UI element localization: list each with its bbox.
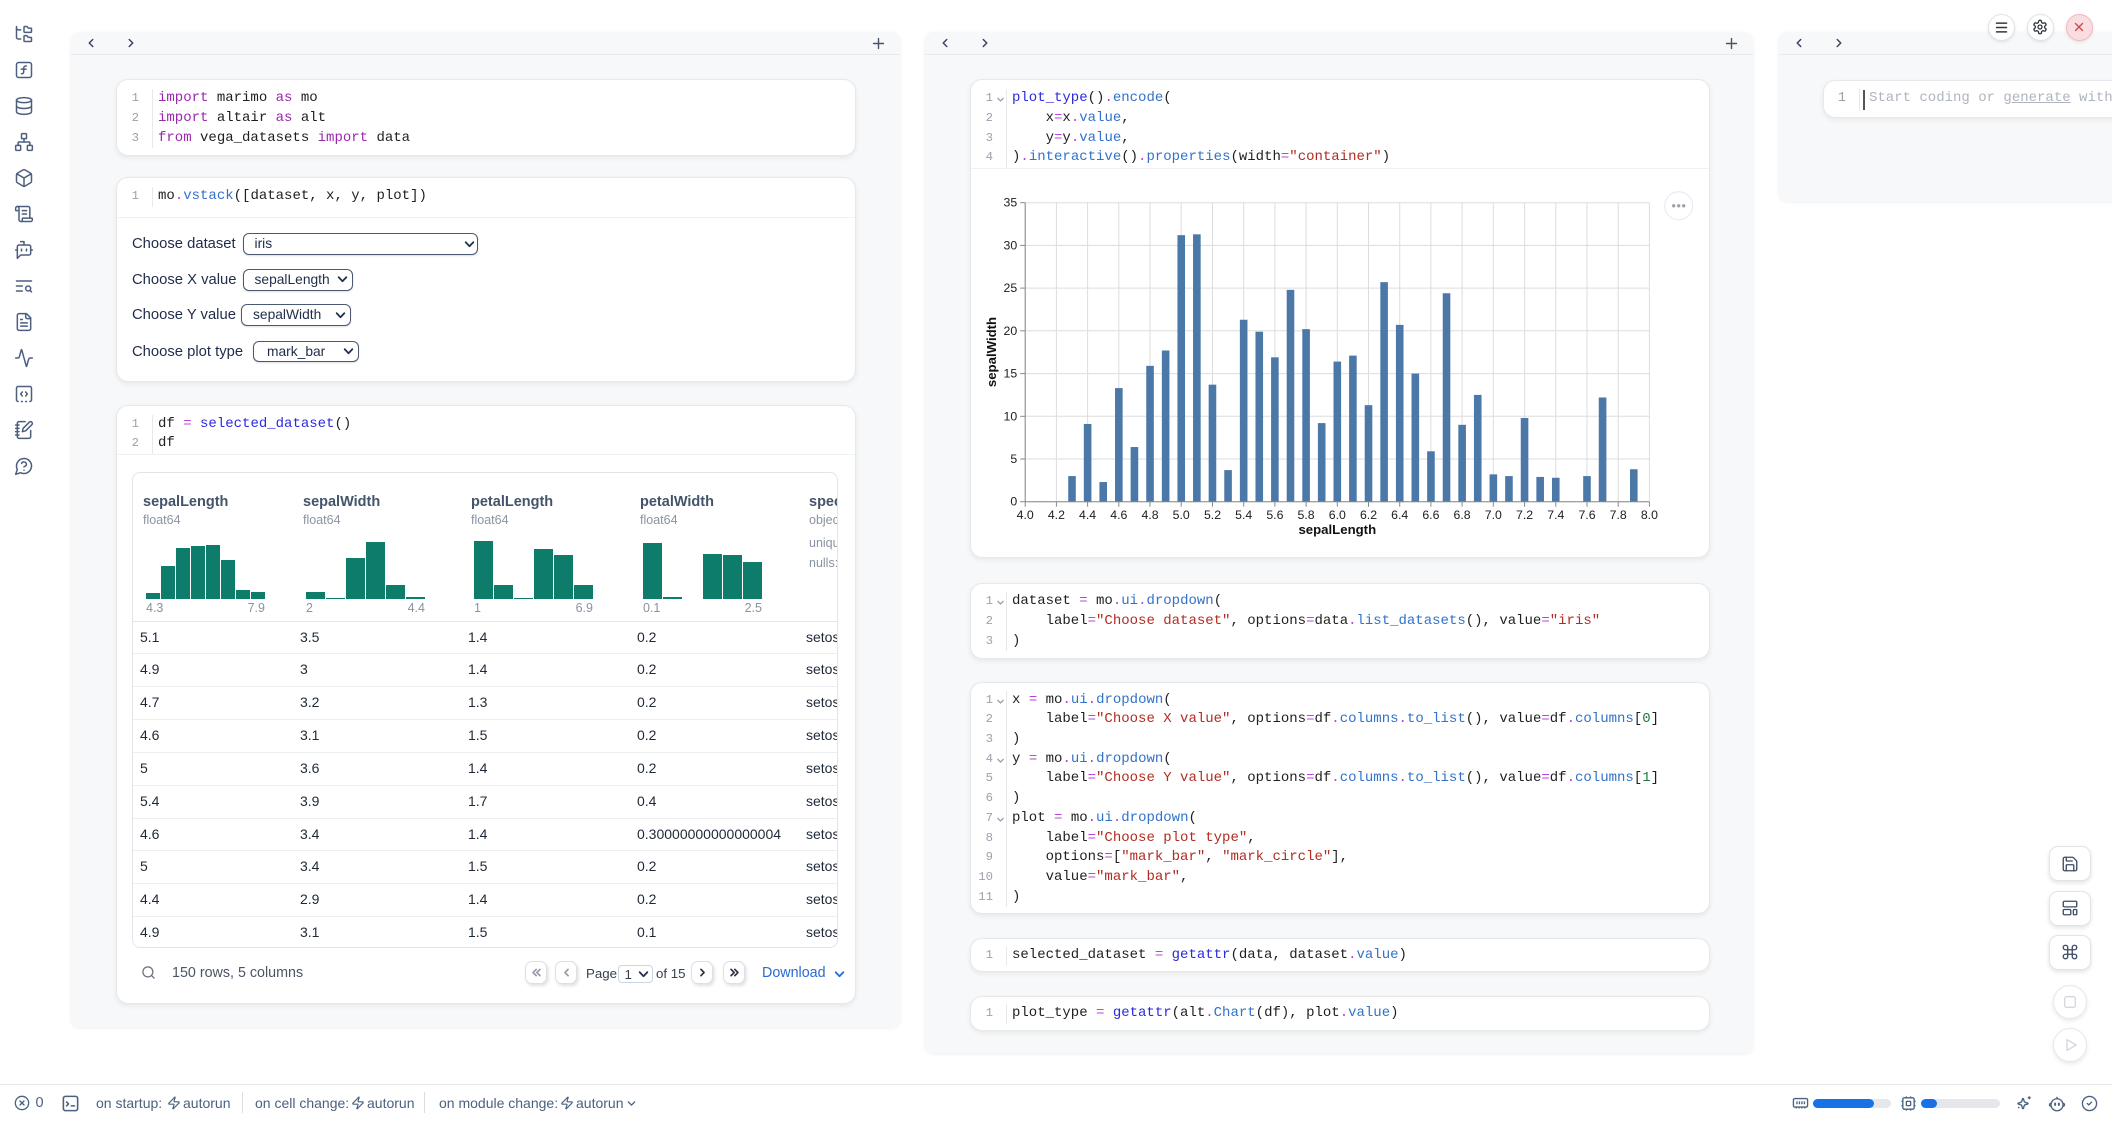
svg-text:30: 30 — [1004, 238, 1018, 252]
svg-text:5.2: 5.2 — [1204, 508, 1221, 522]
svg-text:5.8: 5.8 — [1298, 508, 1315, 522]
svg-text:7.6: 7.6 — [1578, 508, 1595, 522]
svg-text:7.8: 7.8 — [1610, 508, 1627, 522]
svg-text:5: 5 — [1010, 452, 1017, 466]
svg-text:5.0: 5.0 — [1173, 508, 1190, 522]
svg-text:sepalWidth: sepalWidth — [984, 317, 999, 387]
svg-text:7.2: 7.2 — [1516, 508, 1533, 522]
svg-text:7.0: 7.0 — [1485, 508, 1502, 522]
svg-text:25: 25 — [1004, 281, 1018, 295]
svg-text:4.2: 4.2 — [1048, 508, 1065, 522]
svg-text:6.0: 6.0 — [1329, 508, 1346, 522]
svg-text:6.6: 6.6 — [1422, 508, 1439, 522]
svg-text:10: 10 — [1004, 409, 1018, 423]
svg-text:5.6: 5.6 — [1266, 508, 1283, 522]
svg-text:7.4: 7.4 — [1547, 508, 1564, 522]
svg-text:6.2: 6.2 — [1360, 508, 1377, 522]
svg-text:4.8: 4.8 — [1141, 508, 1158, 522]
svg-text:sepalLength: sepalLength — [1298, 522, 1376, 537]
svg-text:6.4: 6.4 — [1391, 508, 1408, 522]
svg-text:0: 0 — [1010, 495, 1017, 509]
svg-text:4.6: 4.6 — [1110, 508, 1127, 522]
svg-text:4.4: 4.4 — [1079, 508, 1096, 522]
svg-text:15: 15 — [1004, 367, 1018, 381]
svg-text:5.4: 5.4 — [1235, 508, 1252, 522]
svg-text:8.0: 8.0 — [1641, 508, 1658, 522]
svg-text:20: 20 — [1004, 324, 1018, 338]
svg-text:6.8: 6.8 — [1454, 508, 1471, 522]
svg-text:35: 35 — [1004, 196, 1018, 210]
svg-text:4.0: 4.0 — [1017, 508, 1034, 522]
